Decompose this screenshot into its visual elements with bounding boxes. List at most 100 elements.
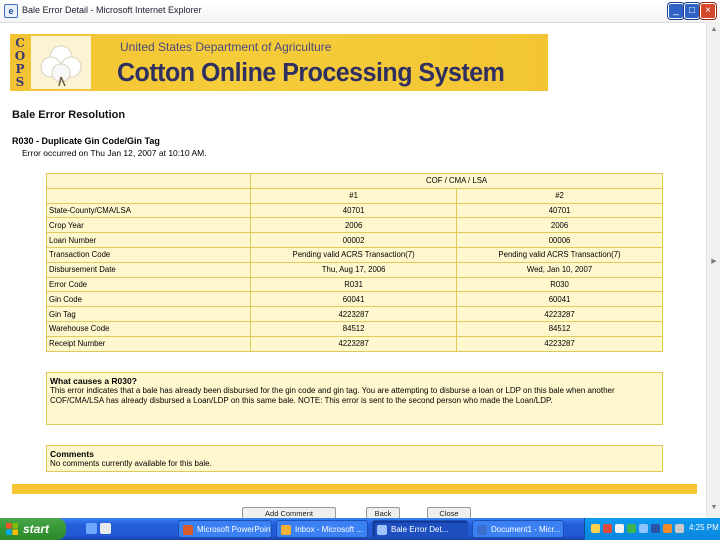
minimize-button[interactable]: _ xyxy=(668,3,684,19)
tray-icon[interactable] xyxy=(615,524,624,533)
taskbar-item-outlook[interactable]: Inbox - Microsoft ... xyxy=(276,520,368,538)
task-label: Document1 - Micr... xyxy=(491,525,561,534)
value-1: 00002 xyxy=(250,232,458,248)
network-icon[interactable] xyxy=(675,524,684,533)
clock: 4:25 PM xyxy=(689,523,719,532)
tray-icon[interactable] xyxy=(651,524,660,533)
row-label: Loan Number xyxy=(45,232,252,248)
task-label: Bale Error Det... xyxy=(391,525,449,534)
value-2: 84512 xyxy=(456,320,663,337)
tray-icon[interactable] xyxy=(639,524,648,533)
cops-logo: C O P S xyxy=(12,36,28,89)
comments-box: Comments No comments currently available… xyxy=(46,445,663,472)
value-1: 40701 xyxy=(250,202,458,219)
row-label: Error Code xyxy=(45,276,252,293)
show-desktop-icon[interactable] xyxy=(86,523,97,534)
volume-icon[interactable] xyxy=(663,524,672,533)
usda-agency-title: United States Department of Agriculture xyxy=(120,40,332,54)
task-label: Microsoft PowerPoint - ... xyxy=(197,525,272,534)
table-row: Transaction Code Pending valid ACRS Trans… xyxy=(45,246,663,263)
vertical-scrollbar[interactable]: ▲ ▶ ▼ xyxy=(706,22,720,518)
start-button[interactable]: start xyxy=(0,518,66,540)
page-title: Bale Error Resolution xyxy=(12,109,126,121)
value-1: 60041 xyxy=(250,291,458,308)
system-title: Cotton Online Processing System xyxy=(117,58,505,88)
value-2: R030 xyxy=(456,276,663,293)
windows-flag-icon xyxy=(6,523,18,535)
table-row: Disbursement Date Thu, Aug 17, 2006 Wed, J… xyxy=(45,261,663,278)
error-code-title: R030 - Duplicate Gin Code/Gin Tag xyxy=(12,136,160,146)
table-row: Gin Code 60041 60041 xyxy=(45,291,663,308)
tray-icon[interactable] xyxy=(627,524,636,533)
cops-banner: C O P S United States Department of Agri… xyxy=(10,34,548,91)
value-1: R031 xyxy=(250,276,458,293)
row-label: Disbursement Date xyxy=(45,261,252,278)
scroll-down-arrow-icon[interactable]: ▼ xyxy=(708,502,720,514)
window-title: Bale Error Detail - Microsoft Internet E… xyxy=(22,5,202,15)
tray-icon[interactable] xyxy=(591,524,600,533)
comments-heading: Comments xyxy=(50,449,94,459)
column-header-1: #1 xyxy=(250,187,458,204)
word-icon xyxy=(477,525,487,535)
value-1: Thu, Aug 17, 2006 xyxy=(250,261,458,278)
value-1: 4223287 xyxy=(250,306,458,322)
window-title-bar: e Bale Error Detail - Microsoft Internet… xyxy=(0,0,720,23)
quick-launch-icon[interactable] xyxy=(100,523,111,534)
value-2: 00006 xyxy=(456,232,663,248)
logo-letter: S xyxy=(15,75,25,90)
row-label: Gin Tag xyxy=(45,306,252,322)
close-window-button[interactable]: × xyxy=(700,3,716,19)
value-1: 4223287 xyxy=(250,335,458,352)
table-corner-cell xyxy=(45,173,252,189)
start-label: start xyxy=(23,522,50,536)
comments-text: No comments currently available for this… xyxy=(50,459,212,468)
value-2: 60041 xyxy=(456,291,663,308)
row-label: State-County/CMA/LSA xyxy=(45,202,252,219)
taskbar-item-ie[interactable]: Bale Error Det... xyxy=(372,520,468,538)
scroll-up-arrow-icon[interactable]: ▲ xyxy=(708,24,720,36)
row-label: Warehouse Code xyxy=(45,320,252,337)
value-1: 84512 xyxy=(250,320,458,337)
table-row: Warehouse Code 84512 84512 xyxy=(45,320,663,337)
task-label: Inbox - Microsoft ... xyxy=(295,525,364,534)
value-1: Pending valid ACRS Transaction(7) xyxy=(250,246,458,263)
taskbar-item-word[interactable]: Document1 - Micr... xyxy=(472,520,564,538)
table-row: Crop Year 2006 2006 xyxy=(45,217,663,234)
table-column-header-row: #1 #2 xyxy=(45,187,663,204)
table-row: Receipt Number 4223287 4223287 xyxy=(45,335,663,352)
cotton-boll-icon xyxy=(40,45,82,86)
table-row: Error Code R031 R030 xyxy=(45,276,663,293)
explanation-text: This error indicates that a bale has alr… xyxy=(50,386,615,405)
value-2: Pending valid ACRS Transaction(7) xyxy=(456,246,663,263)
logo-letter: C xyxy=(15,35,25,50)
internet-explorer-icon xyxy=(377,525,387,535)
value-2: Wed, Jan 10, 2007 xyxy=(456,261,663,278)
bale-comparison-table: COF / CMA / LSA #1 #2 State-County/CMA/L… xyxy=(45,173,663,352)
column-header-2: #2 xyxy=(456,187,663,204)
value-2: 4223287 xyxy=(456,306,663,322)
outlook-icon xyxy=(281,525,291,535)
windows-taskbar: start Microsoft PowerPoint - ... Inbox -… xyxy=(0,518,720,540)
row-label: Transaction Code xyxy=(45,246,252,263)
footer-bar xyxy=(12,484,697,494)
taskbar-item-powerpoint[interactable]: Microsoft PowerPoint - ... xyxy=(178,520,272,538)
system-tray: 4:25 PM xyxy=(584,518,720,540)
group-header: COF / CMA / LSA xyxy=(250,173,663,189)
error-explanation-box: What causes a R030? This error indicates… xyxy=(46,372,663,425)
row-label: Receipt Number xyxy=(45,335,252,352)
scroll-thumb-icon[interactable]: ▶ xyxy=(708,256,720,268)
internet-explorer-icon: e xyxy=(4,4,18,18)
table-row: Loan Number 00002 00006 xyxy=(45,232,663,248)
logo-letter: P xyxy=(15,62,25,77)
value-2: 4223287 xyxy=(456,335,663,352)
table-row: State-County/CMA/LSA 40701 40701 xyxy=(45,202,663,219)
row-label: Crop Year xyxy=(45,217,252,234)
row-label: Gin Code xyxy=(45,291,252,308)
value-2: 2006 xyxy=(456,217,663,234)
logo-letter: O xyxy=(14,48,26,63)
table-row: Gin Tag 4223287 4223287 xyxy=(45,306,663,322)
table-group-header-row: COF / CMA / LSA xyxy=(45,173,663,189)
table-corner-cell xyxy=(45,187,252,204)
maximize-button[interactable]: □ xyxy=(684,3,700,19)
tray-icon[interactable] xyxy=(603,524,612,533)
